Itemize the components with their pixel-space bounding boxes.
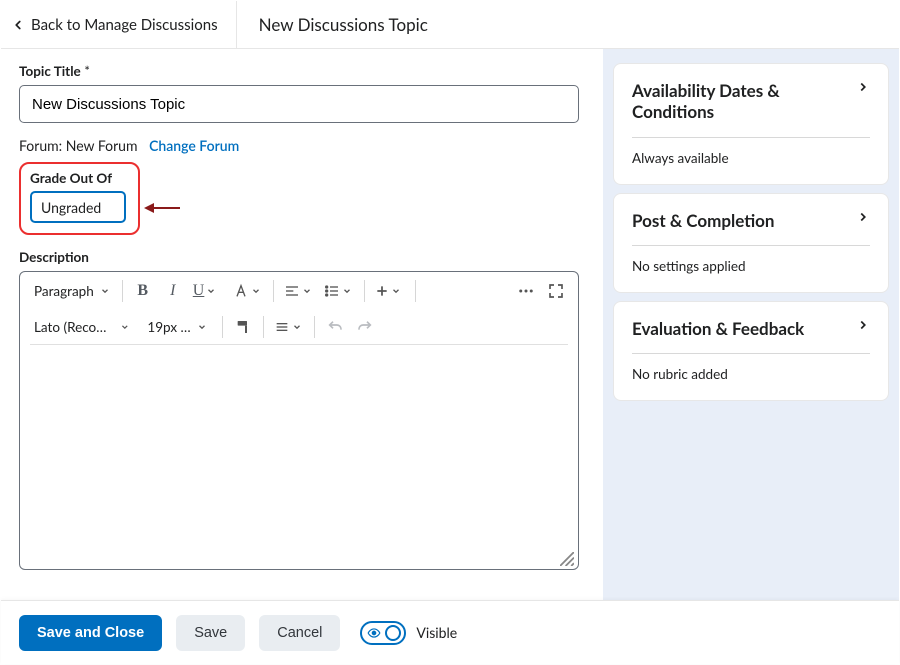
panel-post-completion-title: Post & Completion: [632, 210, 775, 231]
italic-icon: I: [170, 282, 175, 300]
forum-prefix: Forum:: [19, 137, 66, 154]
visibility-toggle[interactable]: [360, 621, 406, 645]
chevron-down-icon: [391, 286, 401, 296]
back-button[interactable]: Back to Manage Discussions: [1, 1, 237, 49]
font-size-select[interactable]: 19px …: [138, 314, 216, 340]
visibility-label: Visible: [416, 624, 457, 641]
chevron-left-icon: [11, 18, 25, 32]
bold-icon: B: [137, 282, 148, 300]
expand-icon: [548, 283, 564, 299]
toggle-knob: [385, 625, 401, 641]
panel-availability-subtitle: Always available: [632, 150, 870, 166]
chevron-down-icon: [292, 322, 302, 332]
panel-post-completion: Post & Completion No settings applied: [613, 193, 889, 293]
topic-title-label: Topic Title: [19, 63, 587, 79]
format-painter-icon: [235, 319, 251, 335]
chevron-down-icon: [251, 286, 261, 296]
text-color-icon: [233, 283, 249, 299]
bullet-list-icon: [324, 283, 340, 299]
chevron-down-icon: [197, 322, 207, 332]
line-spacing-icon: [274, 319, 290, 335]
panel-availability-header[interactable]: Availability Dates & Conditions: [632, 80, 870, 123]
more-actions-button[interactable]: [512, 277, 540, 305]
chevron-down-icon: [206, 286, 216, 296]
save-button[interactable]: Save: [176, 615, 245, 651]
chevron-down-icon: [342, 286, 352, 296]
description-label: Description: [19, 249, 587, 265]
chevron-right-icon: [856, 80, 870, 94]
bold-button[interactable]: B: [129, 277, 157, 305]
topic-title-input[interactable]: [19, 85, 579, 123]
fullscreen-button[interactable]: [542, 277, 570, 305]
resize-grip-icon[interactable]: [560, 552, 574, 566]
grade-out-of-value: Ungraded: [41, 199, 101, 216]
panel-availability-title: Availability Dates & Conditions: [632, 80, 852, 123]
italic-button[interactable]: I: [159, 277, 187, 305]
font-family-value: Lato (Recom…: [34, 319, 114, 335]
panel-evaluation-title: Evaluation & Feedback: [632, 318, 804, 339]
chevron-down-icon: [120, 322, 130, 332]
align-button[interactable]: [280, 277, 318, 305]
line-spacing-button[interactable]: [270, 313, 308, 341]
grade-out-of-input[interactable]: Ungraded: [30, 191, 126, 223]
panel-availability: Availability Dates & Conditions Always a…: [613, 63, 889, 185]
undo-icon: [327, 319, 343, 335]
panel-evaluation-header[interactable]: Evaluation & Feedback: [632, 318, 870, 339]
chevron-right-icon: [856, 210, 870, 224]
cancel-button[interactable]: Cancel: [259, 615, 340, 651]
editor-content-area[interactable]: [20, 345, 578, 569]
undo-button[interactable]: [321, 313, 349, 341]
redo-button[interactable]: [351, 313, 379, 341]
save-and-close-button[interactable]: Save and Close: [19, 615, 162, 651]
forum-name: New Forum: [66, 137, 138, 154]
font-size-value: 19px …: [147, 319, 190, 335]
ellipsis-icon: [517, 282, 535, 300]
panel-evaluation: Evaluation & Feedback No rubric added: [613, 301, 889, 401]
align-left-icon: [284, 283, 300, 299]
callout-arrow-icon: [144, 200, 180, 216]
chevron-down-icon: [100, 286, 110, 296]
change-forum-link[interactable]: Change Forum: [149, 137, 239, 154]
block-format-select[interactable]: Paragraph: [28, 278, 116, 304]
page-title: New Discussions Topic: [237, 14, 450, 35]
block-format-value: Paragraph: [34, 283, 94, 299]
format-painter-button[interactable]: [229, 313, 257, 341]
plus-icon: [375, 284, 389, 298]
underline-button[interactable]: U: [189, 277, 227, 305]
font-family-select[interactable]: Lato (Recom…: [28, 314, 136, 340]
redo-icon: [357, 319, 373, 335]
rich-text-editor: Paragraph B I U: [19, 271, 579, 570]
chevron-right-icon: [856, 318, 870, 332]
panel-post-completion-subtitle: No settings applied: [632, 258, 870, 274]
list-button[interactable]: [320, 277, 358, 305]
chevron-down-icon: [302, 286, 312, 296]
underline-icon: U: [193, 282, 205, 300]
panel-post-completion-header[interactable]: Post & Completion: [632, 210, 870, 231]
insert-button[interactable]: [371, 277, 409, 305]
grade-out-of-highlight: Grade Out Of Ungraded: [19, 162, 140, 235]
text-color-button[interactable]: [229, 277, 267, 305]
grade-out-of-label: Grade Out Of: [30, 170, 126, 186]
panel-evaluation-subtitle: No rubric added: [632, 366, 870, 382]
eye-icon: [367, 626, 381, 640]
back-label: Back to Manage Discussions: [31, 16, 218, 34]
